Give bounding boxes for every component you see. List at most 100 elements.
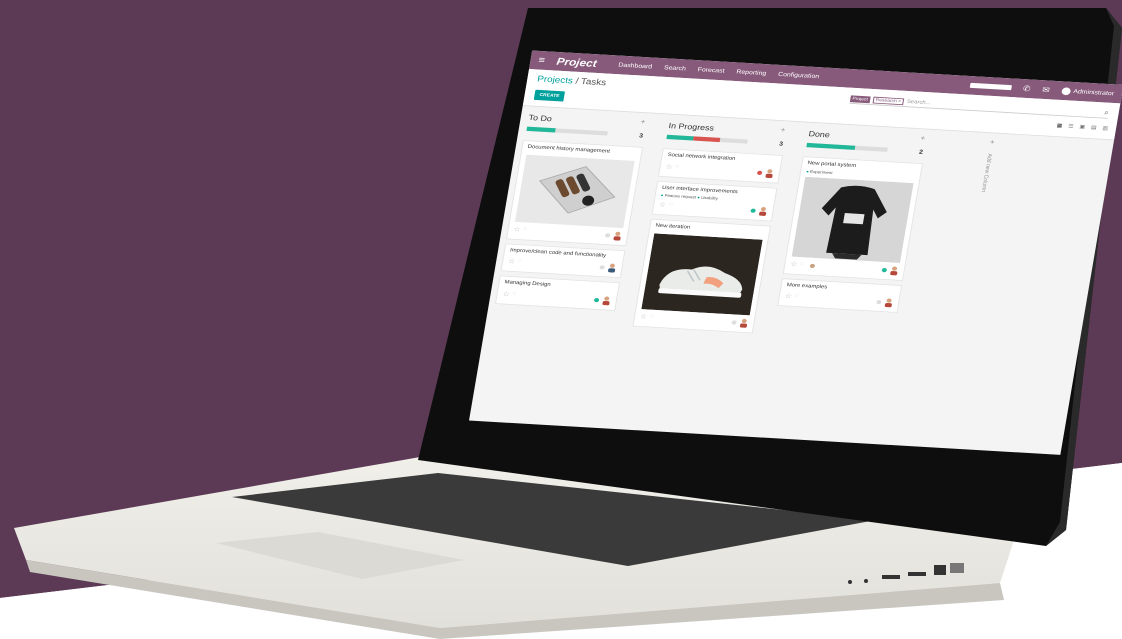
priority-star-icon[interactable]: ☆	[508, 257, 516, 265]
search-facet-value[interactable]: Research ×	[872, 96, 905, 105]
user-menu[interactable]: Administrator	[1060, 86, 1115, 98]
search-icon[interactable]: ⌕	[1104, 108, 1110, 117]
status-dot[interactable]	[876, 299, 882, 305]
status-dot[interactable]	[750, 208, 756, 213]
add-column-label: Add new Column	[979, 153, 993, 193]
hdmi-port	[934, 565, 946, 575]
kanban-column-done: Done + 2 New portal system ● Experiment	[776, 128, 927, 317]
list-view-icon[interactable]: ☰	[1068, 123, 1074, 129]
pivot-view-icon[interactable]: ▤	[1090, 125, 1097, 130]
chat-icon[interactable]: ✉	[1042, 85, 1051, 95]
task-card[interactable]: More examples ☆ ◌	[777, 277, 903, 313]
column-progress-bar	[526, 126, 608, 136]
assignee-avatar	[608, 263, 616, 273]
assignee-avatar	[890, 266, 898, 275]
task-card[interactable]: Social network integration ☆ ◌	[658, 148, 784, 184]
progress-done-segment	[666, 134, 694, 141]
add-column-button[interactable]: + Add new Column	[956, 138, 1000, 307]
status-dot[interactable]	[604, 232, 611, 238]
tag: Usability	[700, 195, 719, 201]
column-add-icon[interactable]: +	[920, 134, 926, 142]
attachment-icon: ◌	[794, 293, 799, 299]
task-card[interactable]: New iteration ☆ ◌	[632, 218, 772, 333]
audio-port	[848, 580, 852, 584]
status-dot[interactable]	[593, 297, 600, 302]
assignee-avatar	[884, 298, 892, 308]
priority-star-icon[interactable]: ☆	[665, 162, 673, 170]
task-footer: ☆ ◌	[639, 312, 749, 328]
assignee-avatar	[765, 168, 773, 178]
priority-star-icon[interactable]: ☆	[784, 292, 792, 300]
tag: Experiment	[809, 169, 833, 175]
kanban-board: To Do + 3 Document history management ☆ …	[469, 106, 1114, 455]
nav-item-forecast[interactable]: Forecast	[697, 67, 725, 74]
calendar-view-icon[interactable]: ▣	[1079, 124, 1086, 130]
hamburger-icon[interactable]: ≡	[538, 55, 546, 65]
sneaker-photo	[641, 232, 763, 315]
attachment-icon: ◌	[523, 226, 528, 232]
column-count: 2	[918, 149, 924, 156]
column-progress-bar	[806, 142, 888, 152]
priority-star-icon[interactable]: ☆	[640, 312, 648, 320]
kanban-column-todo: To Do + 3 Document history management ☆ …	[494, 111, 648, 314]
nav-item-search[interactable]: Search	[664, 65, 687, 72]
tray-photo	[514, 154, 635, 228]
kanban-view-icon[interactable]: ▦	[1056, 123, 1063, 128]
task-footer: ☆ ◌	[507, 257, 617, 273]
systray-bar	[969, 82, 1012, 91]
priority-star-icon[interactable]: ☆	[502, 290, 510, 298]
user-name: Administrator	[1072, 88, 1115, 97]
usb-port	[882, 575, 900, 579]
assignee-avatar	[613, 231, 621, 241]
phone-icon[interactable]: ✆	[1022, 84, 1031, 94]
task-footer: ☆ ◌	[502, 290, 612, 306]
assignee-avatar	[759, 207, 767, 216]
column-add-icon[interactable]: +	[780, 126, 786, 134]
attachment-icon: ◌	[668, 202, 674, 208]
create-button[interactable]: CREATE	[533, 89, 566, 102]
nav-item-configuration[interactable]: Configuration	[778, 71, 820, 79]
assignee-avatar	[740, 318, 748, 328]
column-count: 3	[638, 133, 644, 140]
attachment-icon: ◌	[649, 313, 655, 319]
breadcrumb-tasks: Tasks	[580, 77, 607, 88]
status-dot[interactable]	[881, 267, 888, 272]
attachment-icon: ◌	[517, 258, 523, 264]
breadcrumb: Projects / Tasks	[536, 75, 606, 88]
tag-dot-icon: ●	[660, 193, 664, 198]
status-dot[interactable]	[599, 265, 605, 270]
add-column-plus-icon: +	[989, 138, 996, 147]
task-card[interactable]: User interface improvements ● Feature re…	[651, 180, 778, 222]
sd-slot	[950, 563, 964, 573]
progress-done-segment	[526, 126, 556, 133]
priority-star-icon[interactable]: ☆	[790, 260, 798, 268]
task-card[interactable]: Improve/clean code and functionality ☆ ◌	[500, 242, 626, 279]
graph-view-icon[interactable]: ▥	[1102, 125, 1109, 131]
task-card[interactable]: Document history management ☆ ◌	[506, 139, 644, 246]
column-add-icon[interactable]: +	[640, 118, 646, 126]
screen: ≡ Project Dashboard Search Forecast Repo…	[469, 50, 1122, 455]
app-title[interactable]: Project	[556, 55, 598, 69]
status-dot[interactable]	[756, 170, 763, 175]
task-card[interactable]: Managing Design ☆ ◌	[494, 275, 621, 311]
sweatshirt-photo	[791, 176, 914, 263]
attachment-icon: ◌	[675, 163, 680, 169]
progress-done-segment	[806, 142, 856, 150]
priority-star-icon[interactable]: ☆	[659, 201, 667, 209]
task-footer: ☆ ◌	[789, 260, 899, 276]
power-led	[864, 579, 868, 583]
column-count: 3	[778, 141, 784, 148]
task-card[interactable]: New portal system ● Experiment ☆ ◌	[782, 156, 924, 281]
nav-item-dashboard[interactable]: Dashboard	[618, 62, 653, 70]
usb-port	[908, 572, 926, 576]
attachment-icon: ◌	[512, 290, 517, 297]
search-facet-label: Project	[849, 94, 871, 103]
follower-icon	[809, 263, 816, 268]
view-switcher: ▦ ☰ ▣ ▤ ▥	[1056, 123, 1109, 131]
nav-item-reporting[interactable]: Reporting	[736, 69, 767, 77]
status-dot[interactable]	[731, 319, 737, 325]
progress-blocked-segment	[693, 136, 721, 143]
breadcrumb-projects[interactable]: Projects	[536, 75, 573, 86]
priority-star-icon[interactable]: ☆	[513, 225, 521, 233]
column-title: In Progress	[667, 121, 715, 133]
